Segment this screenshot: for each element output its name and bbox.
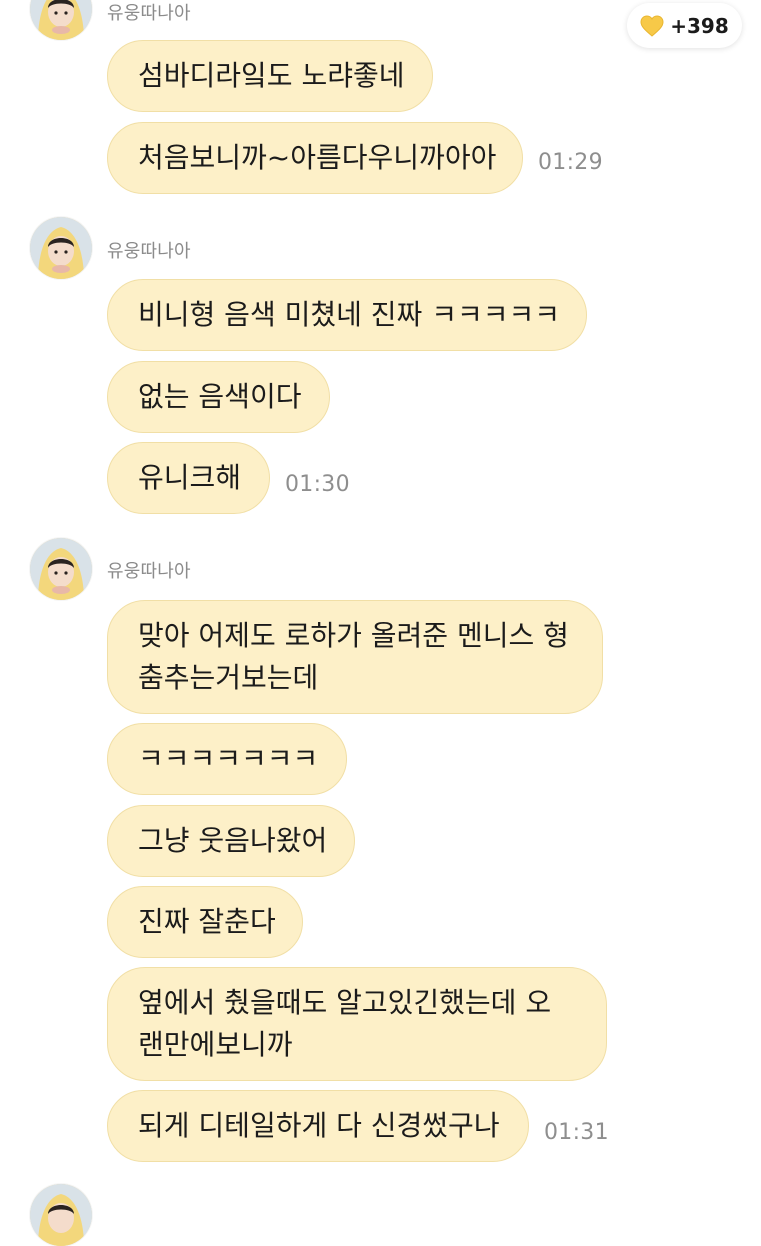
message-bubble[interactable]: 옆에서 췄을때도 알고있긴했는데 오랜만에보니까 bbox=[107, 967, 607, 1081]
yellow-heart-icon bbox=[640, 14, 664, 37]
message-text: 옆에서 췄을때도 알고있긴했는데 오랜만에보니까 bbox=[138, 986, 552, 1061]
message-text: 섬바디라잌도 노랴좋네 bbox=[138, 59, 405, 92]
message-text: 없는 음색이다 bbox=[138, 380, 302, 413]
message-text: 진짜 잘춘다 bbox=[138, 905, 276, 938]
message-bubble[interactable]: 진짜 잘춘다 bbox=[107, 886, 303, 958]
message-time: 01:29 bbox=[538, 150, 603, 175]
avatar[interactable] bbox=[30, 217, 92, 279]
message-text: 처음보니까~아름다우니까아아 bbox=[138, 141, 497, 174]
message-bubble[interactable]: 맞아 어제도 로하가 올려준 멘니스 형 춤추는거보는데 bbox=[107, 600, 603, 714]
message-bubble[interactable]: ㅋㅋㅋㅋㅋㅋㅋ bbox=[107, 723, 347, 795]
profile-photo bbox=[30, 1184, 92, 1246]
message-bubble[interactable]: 되게 디테일하게 다 신경썼구나 bbox=[107, 1090, 529, 1162]
message-bubble[interactable]: 비니형 음색 미쳤네 진짜 ㅋㅋㅋㅋㅋ bbox=[107, 279, 587, 351]
sender-name: 유웅따나아 bbox=[107, 3, 191, 24]
profile-photo bbox=[30, 538, 92, 600]
avatar[interactable] bbox=[30, 0, 92, 40]
avatar[interactable] bbox=[30, 538, 92, 600]
message-text: 맞아 어제도 로하가 올려준 멘니스 형 춤추는거보는데 bbox=[138, 619, 569, 694]
message-time: 01:30 bbox=[285, 472, 350, 497]
avatar[interactable] bbox=[30, 1184, 92, 1246]
message-bubble[interactable]: 없는 음색이다 bbox=[107, 361, 330, 433]
message-time: 01:31 bbox=[544, 1120, 609, 1145]
message-text: 비니형 음색 미쳤네 진짜 ㅋㅋㅋㅋㅋ bbox=[138, 298, 561, 331]
message-text: 그냥 웃음나왔어 bbox=[138, 824, 328, 857]
message-text: ㅋㅋㅋㅋㅋㅋㅋ bbox=[138, 742, 319, 775]
message-bubble[interactable]: 그냥 웃음나왔어 bbox=[107, 805, 355, 877]
profile-photo bbox=[30, 217, 92, 279]
sender-name: 유웅따나아 bbox=[107, 241, 191, 262]
reaction-badge[interactable]: +398 bbox=[627, 3, 742, 48]
message-bubble[interactable]: 섬바디라잌도 노랴좋네 bbox=[107, 40, 433, 112]
reaction-count: +398 bbox=[670, 13, 729, 38]
message-text: 유니크해 bbox=[138, 461, 242, 494]
profile-photo bbox=[30, 0, 92, 40]
message-text: 되게 디테일하게 다 신경썼구나 bbox=[138, 1109, 500, 1142]
message-bubble[interactable]: 유니크해 bbox=[107, 442, 270, 514]
message-bubble[interactable]: 처음보니까~아름다우니까아아 bbox=[107, 122, 523, 194]
sender-name: 유웅따나아 bbox=[107, 561, 191, 582]
